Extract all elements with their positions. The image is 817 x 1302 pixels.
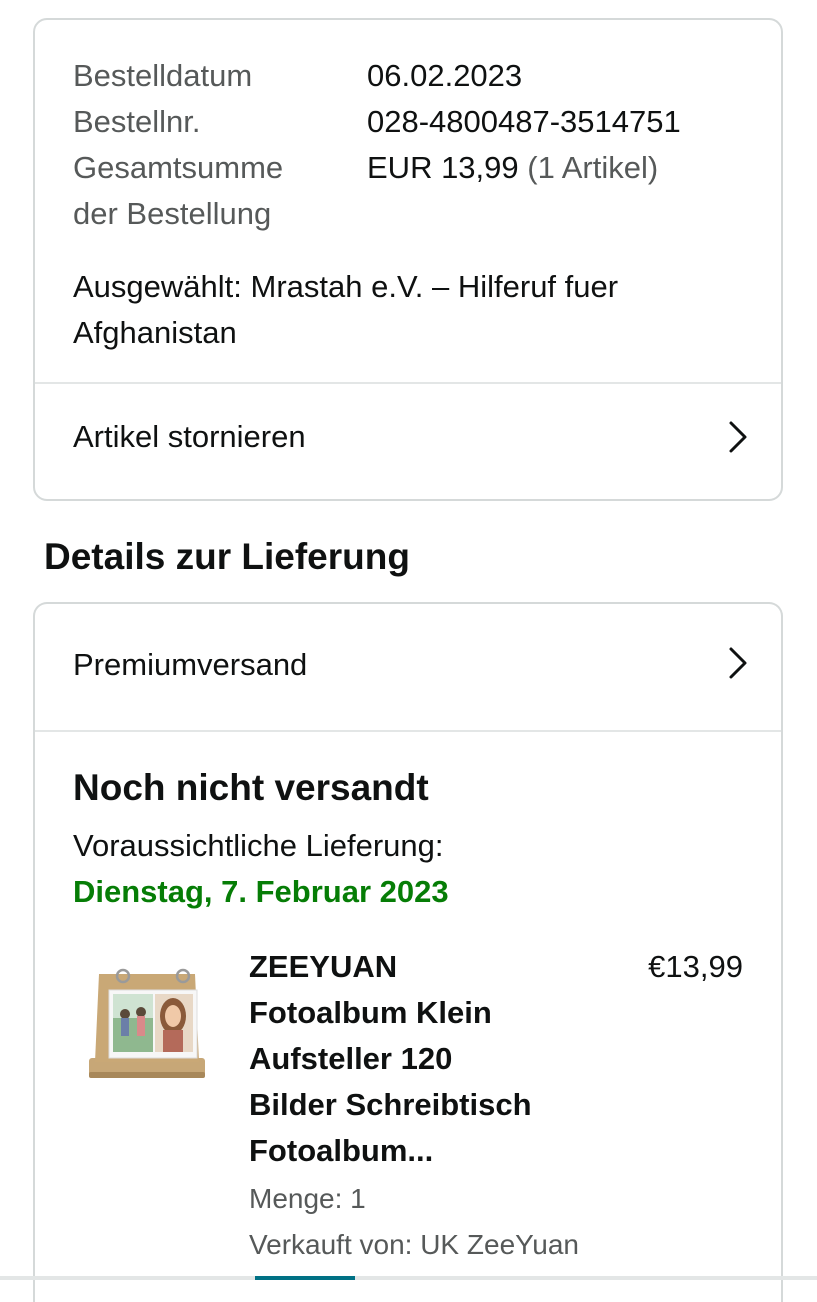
delivery-eta-label: Voraussichtliche Lieferung: — [73, 828, 444, 863]
order-item-count: (1 Artikel) — [527, 150, 659, 185]
order-number-label: Bestellnr. — [73, 104, 201, 139]
charity-selection-line1: Ausgewählt: Mrastah e.V. – Hilferuf fuer — [73, 269, 619, 304]
product-title-line: Fotoalbum Klein — [249, 995, 492, 1030]
product-title-line: Fotoalbum... — [249, 1133, 434, 1168]
order-summary-card: Bestelldatum 06.02.2023 Bestellnr. 028-4… — [33, 18, 783, 501]
charity-selection-line2: Afghanistan — [73, 315, 237, 350]
product-quantity: Menge: 1 — [249, 1183, 366, 1214]
scroll-indicator — [255, 1276, 355, 1280]
product-seller: Verkauft von: UK ZeeYuan — [249, 1229, 579, 1260]
order-number-value: 028-4800487-3514751 — [367, 104, 681, 139]
chevron-right-icon — [729, 421, 747, 453]
delivery-eta-date: Dienstag, 7. Februar 2023 — [73, 874, 449, 909]
product-title-line: Bilder Schreibtisch — [249, 1087, 532, 1122]
product-image[interactable] — [87, 954, 207, 1084]
product-title-line: ZEEYUAN — [249, 949, 398, 984]
order-total-label-line2: der Bestellung — [73, 196, 272, 231]
product-title[interactable]: ZEEYUAN Fotoalbum Klein Aufsteller 120 B… — [249, 944, 579, 1174]
divider — [35, 730, 781, 732]
product-title-line: Aufsteller 120 — [249, 1041, 453, 1076]
order-date-value: 06.02.2023 — [367, 58, 523, 93]
order-total-value: EUR 13,99 (1 Artikel) — [367, 145, 658, 191]
cancel-items-label: Artikel stornieren — [73, 419, 306, 454]
bottom-divider — [0, 1276, 817, 1280]
shipment-status: Noch nicht versandt — [73, 767, 429, 808]
cancel-items-row[interactable]: Artikel stornieren — [35, 384, 781, 494]
product-price: €13,99 — [648, 949, 743, 984]
order-date-label: Bestelldatum — [73, 58, 253, 93]
order-total-label-line1: Gesamtsumme — [73, 150, 284, 185]
delivery-details-heading: Details zur Lieferung — [44, 536, 410, 577]
order-total-amount: EUR 13,99 — [367, 150, 519, 185]
delivery-card: Premiumversand Noch nicht versandt Vorau… — [33, 602, 783, 1302]
chevron-right-icon — [729, 647, 747, 679]
shipping-option-label: Premiumversand — [73, 647, 308, 682]
shipping-option-row[interactable]: Premiumversand — [35, 604, 781, 730]
